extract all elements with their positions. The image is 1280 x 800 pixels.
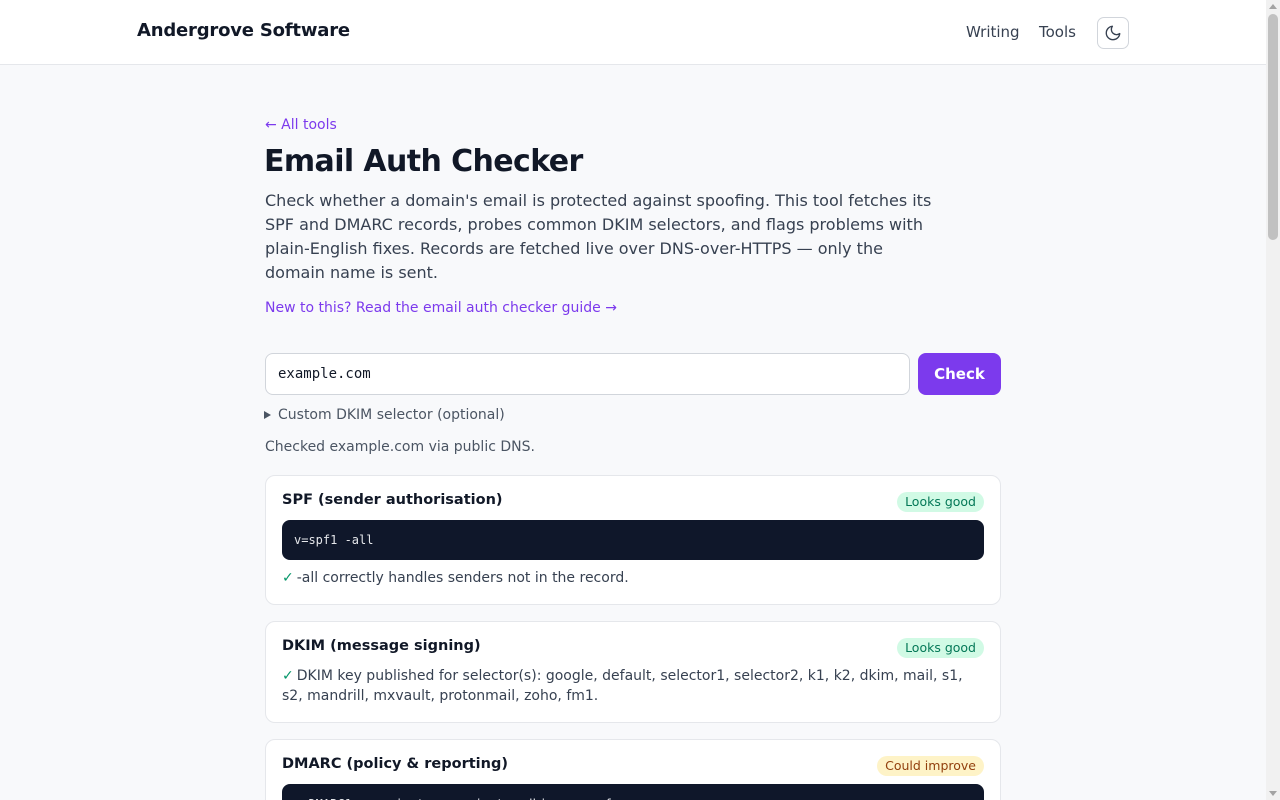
- check-icon: ✓: [282, 570, 294, 586]
- scroll-thumb[interactable]: [1268, 14, 1278, 240]
- nav-writing-link[interactable]: Writing: [966, 23, 1020, 41]
- guide-link[interactable]: New to this? Read the email auth checker…: [265, 300, 617, 316]
- spf-finding: ✓ -all correctly handles senders not in t…: [282, 568, 984, 588]
- dkim-finding: ✓ DKIM key published for selector(s): goo…: [282, 666, 984, 706]
- intro-text: Check whether a domain's email is protec…: [265, 191, 932, 282]
- spf-result-card: SPF (sender authorisation) Looks good v=…: [265, 475, 1001, 605]
- spf-finding-text: -all correctly handles senders not in th…: [296, 570, 629, 586]
- scroll-down-icon[interactable]: [1269, 791, 1277, 796]
- dmarc-record-code: v=DMARC1; p=reject; sp=reject; adkim=s; …: [282, 784, 984, 800]
- page-scrollbar[interactable]: [1266, 0, 1280, 800]
- theme-toggle-button[interactable]: [1097, 17, 1129, 49]
- dkim-card-title: DKIM (message signing): [282, 638, 481, 654]
- spf-record-code: v=spf1 -all: [282, 520, 984, 560]
- dmarc-card-title: DMARC (policy & reporting): [282, 756, 508, 772]
- custom-dkim-selector-toggle[interactable]: Custom DKIM selector (optional): [264, 407, 505, 423]
- all-tools-back-link[interactable]: ← All tools: [265, 117, 337, 133]
- dmarc-result-card: DMARC (policy & reporting) Could improve…: [265, 739, 1001, 800]
- dkim-result-card: DKIM (message signing) Looks good ✓ DKIM …: [265, 621, 1001, 723]
- brand-logo-link[interactable]: Andergrove Software: [137, 20, 350, 41]
- disclosure-triangle-icon: [264, 411, 271, 419]
- spf-card-title: SPF (sender authorisation): [282, 492, 503, 508]
- custom-dkim-selector-label: Custom DKIM selector (optional): [278, 407, 505, 423]
- page-title: Email Auth Checker: [264, 144, 583, 179]
- dmarc-status-badge: Could improve: [877, 756, 984, 776]
- moon-icon: [1105, 25, 1121, 41]
- dkim-status-badge: Looks good: [897, 638, 984, 658]
- spf-status-badge: Looks good: [897, 492, 984, 512]
- scroll-up-icon[interactable]: [1269, 4, 1277, 9]
- site-header: Andergrove Software Writing Tools: [0, 0, 1266, 65]
- dkim-finding-text: DKIM key published for selector(s): goog…: [282, 668, 963, 704]
- domain-input[interactable]: [265, 353, 910, 395]
- checked-status-text: Checked example.com via public DNS.: [265, 439, 535, 455]
- check-icon: ✓: [282, 668, 294, 684]
- nav-tools-link[interactable]: Tools: [1039, 23, 1076, 41]
- check-button[interactable]: Check: [918, 353, 1001, 395]
